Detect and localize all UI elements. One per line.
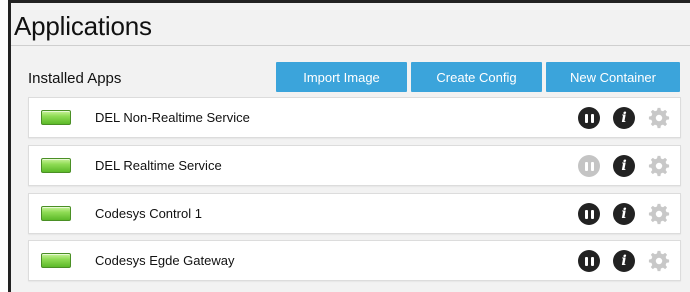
status-led-icon [41, 158, 71, 173]
pause-icon[interactable] [578, 107, 600, 129]
app-row: Codesys Egde Gateway i [28, 240, 681, 281]
page-title: Applications [14, 11, 152, 41]
app-row: DEL Non-Realtime Service i [28, 97, 681, 138]
installed-apps-heading: Installed Apps [28, 70, 122, 87]
title-divider [11, 45, 690, 46]
gear-icon[interactable] [648, 107, 670, 129]
new-container-button[interactable]: New Container [546, 62, 680, 92]
import-image-button[interactable]: Import Image [276, 62, 407, 92]
info-icon[interactable]: i [613, 155, 635, 177]
app-name: Codesys Egde Gateway [95, 253, 235, 268]
app-name: Codesys Control 1 [95, 206, 202, 221]
pause-icon[interactable] [578, 250, 600, 272]
app-name: DEL Realtime Service [95, 158, 222, 173]
info-icon[interactable]: i [613, 107, 635, 129]
info-icon[interactable]: i [613, 203, 635, 225]
app-name: DEL Non-Realtime Service [95, 110, 250, 125]
gear-icon[interactable] [648, 203, 670, 225]
gear-icon[interactable] [648, 155, 670, 177]
app-row: DEL Realtime Service i [28, 145, 681, 186]
status-led-icon [41, 110, 71, 125]
pause-icon[interactable] [578, 155, 600, 177]
app-row: Codesys Control 1 i [28, 193, 681, 234]
status-led-icon [41, 253, 71, 268]
status-led-icon [41, 206, 71, 221]
create-config-button[interactable]: Create Config [411, 62, 542, 92]
gear-icon[interactable] [648, 250, 670, 272]
info-icon[interactable]: i [613, 250, 635, 272]
pause-icon[interactable] [578, 203, 600, 225]
